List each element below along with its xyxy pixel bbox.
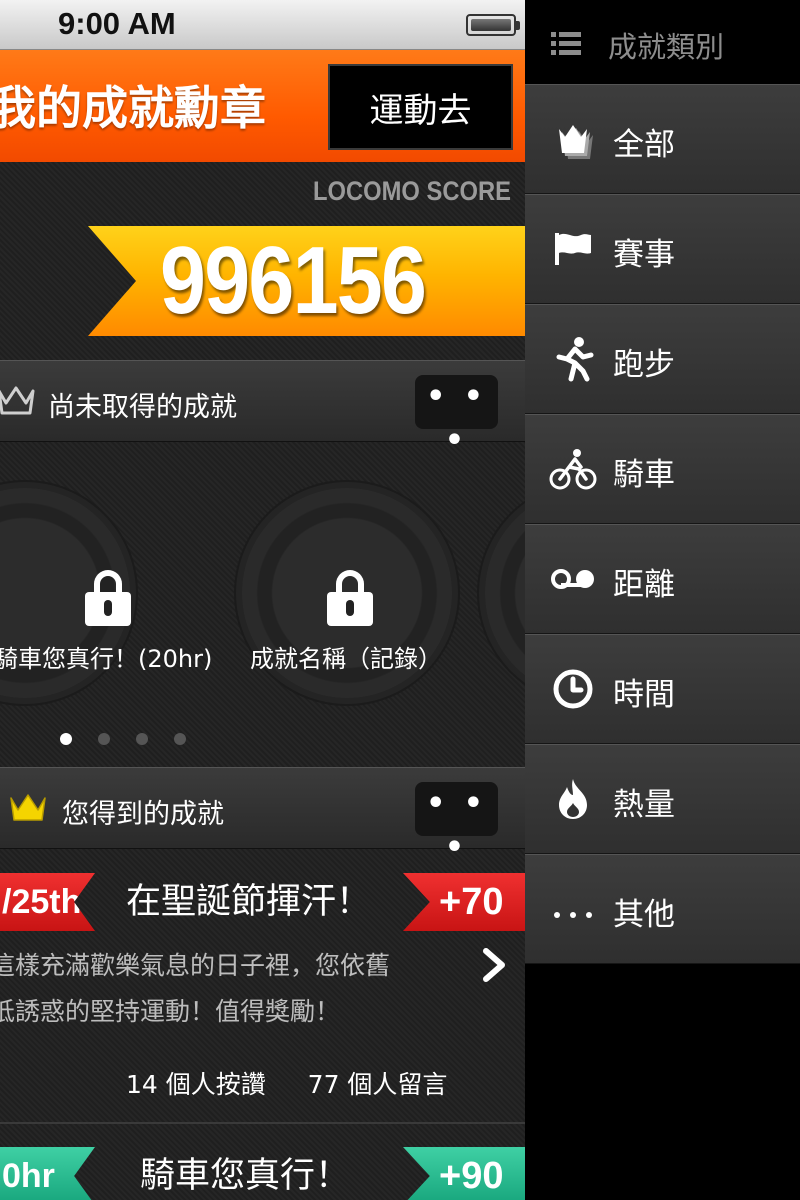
menu-item-label: 全部 [613, 127, 675, 163]
menu-title: 成就類別 [608, 30, 725, 64]
description-line: 抵誘惑的堅持運動！值得獎勵！ [0, 997, 341, 1026]
comments-count[interactable]: 77 個人留言 [308, 1070, 448, 1099]
menu-item-label: 熱量 [613, 787, 675, 823]
achievement-feed-item[interactable]: /25th 在聖誕節揮汗！ +70 這樣充滿歡樂氣息的日子裡，您依舊 抵誘惑的堅… [0, 873, 525, 1123]
lock-icon [85, 570, 131, 626]
points-tag: +70 [403, 873, 525, 931]
menu-item-races[interactable]: 賽事 [525, 194, 800, 304]
page-indicator [60, 733, 186, 745]
list-icon [551, 32, 581, 55]
menu-item-all[interactable]: 全部 [525, 84, 800, 194]
crowns-icon [559, 125, 593, 159]
divider [0, 1122, 525, 1124]
menu-item-cycling[interactable]: 騎車 [525, 414, 800, 524]
crown-outline-icon [0, 386, 35, 415]
date-tag: 0hr [0, 1147, 95, 1200]
unearned-section-header: 尚未取得的成就 • • • [0, 360, 525, 458]
date-tag: /25th [0, 873, 95, 931]
battery-icon [466, 14, 520, 36]
achievement-description: 這樣充滿歡樂氣息的日子裡，您依舊 抵誘惑的堅持運動！值得獎勵！ [0, 943, 460, 1035]
unearned-section-title: 尚未取得的成就 [48, 392, 237, 423]
status-time: 9:00 AM [58, 6, 176, 41]
badge-name: 成就名稱（記錄） [250, 645, 442, 673]
distance-icon [551, 569, 594, 589]
cyclist-icon [549, 449, 597, 490]
menu-item-label: 時間 [613, 677, 675, 713]
status-bar: 9:00 AM [0, 0, 525, 50]
achievement-title: 在聖誕節揮汗！ [126, 882, 372, 922]
page-dot [136, 733, 148, 745]
badge-name: 騎車您真行！(20hr) [0, 645, 213, 673]
feed-stats: 14 個人按讚 77 個人留言 [126, 1065, 447, 1101]
menu-item-calories[interactable]: 熱量 [525, 744, 800, 854]
likes-count[interactable]: 14 個人按讚 [126, 1070, 266, 1099]
score-panel: LOCOMO SCORE 996156 [0, 162, 525, 360]
locked-badges-carousel[interactable]: 騎車您真行！(20hr) 成就名稱（記錄） [0, 443, 525, 767]
achievement-title: 騎車您真行！ [140, 1156, 351, 1196]
title-bar: 我的成就勳章 運動去 [0, 50, 525, 162]
crown-icon [10, 794, 46, 821]
lock-icon [327, 570, 373, 626]
flag-icon [555, 233, 591, 265]
earned-section-title: 您得到的成就 [62, 799, 224, 830]
earned-more-button[interactable]: • • • [415, 782, 498, 865]
score-label: LOCOMO SCORE [312, 176, 511, 206]
score-value: 996156 [160, 227, 427, 334]
runner-icon [556, 337, 594, 382]
unearned-more-button[interactable]: • • • [415, 375, 498, 458]
menu-item-time[interactable]: 時間 [525, 634, 800, 744]
achievements-screen: 9:00 AM 我的成就勳章 運動去 LOCOMO SCORE 996156 尚… [0, 0, 525, 1200]
more-dots-icon [554, 912, 592, 918]
go-exercise-button[interactable]: 運動去 [328, 64, 513, 150]
page-dot-active [60, 733, 72, 745]
menu-item-label: 其他 [613, 897, 675, 933]
category-menu: 成就類別 全部 賽事 跑步 騎車 距離 時間 熱量 其他 [525, 0, 800, 1200]
earned-section-header: 您得到的成就 • • • [0, 767, 525, 865]
menu-item-label: 跑步 [613, 347, 675, 383]
menu-item-other[interactable]: 其他 [525, 854, 800, 964]
points-tag: +90 [403, 1147, 525, 1200]
flame-icon [559, 779, 587, 819]
menu-header: 成就類別 [525, 0, 800, 84]
page-title: 我的成就勳章 [0, 81, 266, 135]
achievement-feed-item[interactable]: 0hr 騎車您真行！ +90 [0, 1147, 525, 1200]
menu-item-running[interactable]: 跑步 [525, 304, 800, 414]
menu-item-label: 賽事 [613, 237, 675, 273]
page-dot [174, 733, 186, 745]
chevron-right-icon[interactable] [478, 945, 510, 985]
menu-item-distance[interactable]: 距離 [525, 524, 800, 634]
description-line: 這樣充滿歡樂氣息的日子裡，您依舊 [0, 951, 391, 980]
clock-icon [553, 669, 593, 709]
menu-item-label: 距離 [613, 567, 675, 603]
page-dot [98, 733, 110, 745]
menu-item-label: 騎車 [613, 457, 675, 493]
badge-seal[interactable] [485, 488, 525, 698]
